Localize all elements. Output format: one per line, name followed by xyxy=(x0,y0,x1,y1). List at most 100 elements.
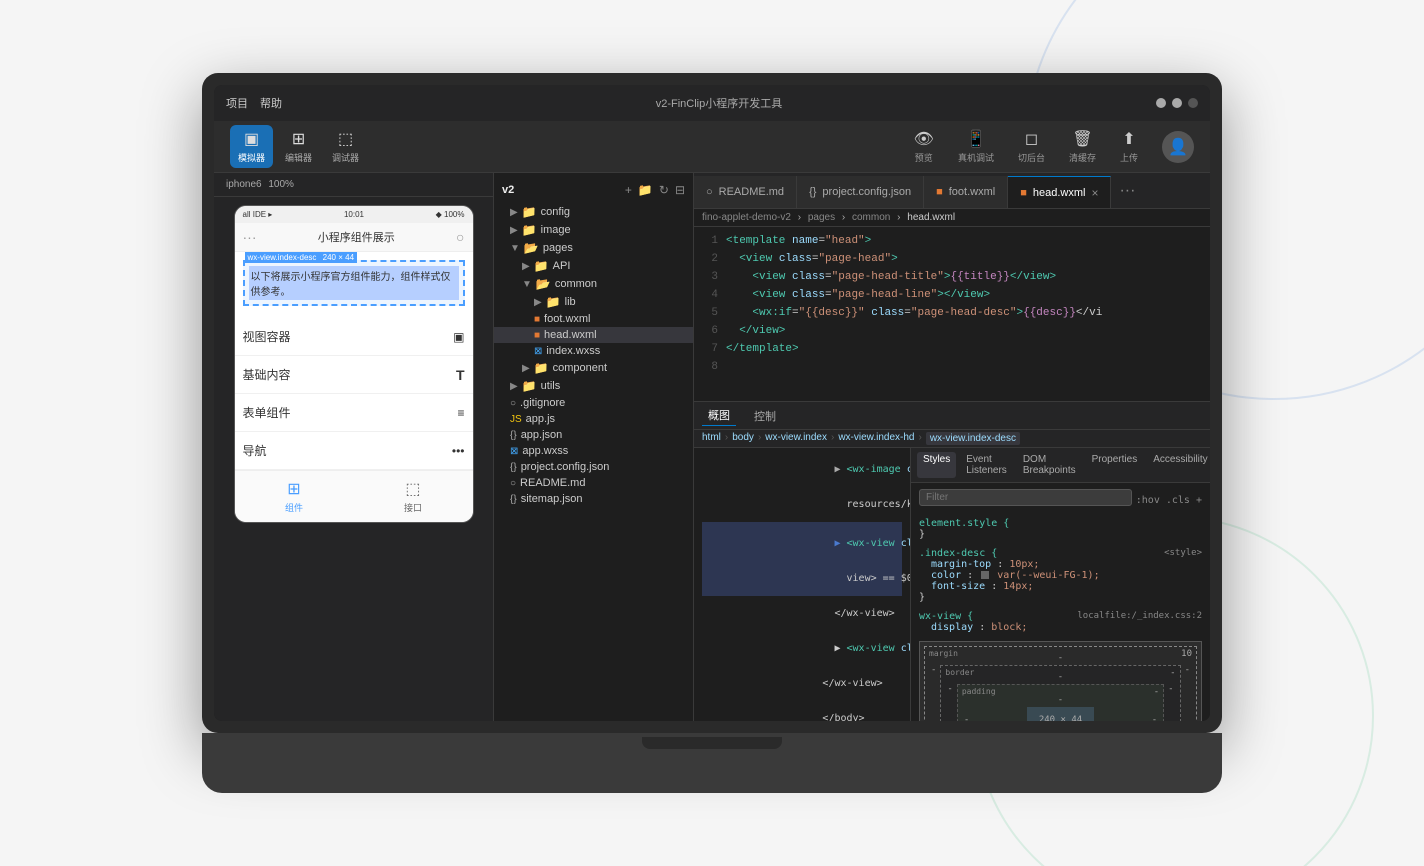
refresh-btn[interactable]: ↻ xyxy=(659,183,669,197)
tree-item-project-config[interactable]: {} project.config.json xyxy=(494,459,693,475)
new-file-btn[interactable]: + xyxy=(625,183,632,197)
list-item-2[interactable]: 表单组件 ≡ xyxy=(235,394,473,432)
status-right: ◆ 100% xyxy=(436,210,465,219)
tab-label-project-config: project.config.json xyxy=(822,186,911,198)
html-line-8: </body> xyxy=(702,701,902,721)
html-view[interactable]: ▶ <wx-image class="index-logo" src="../r… xyxy=(694,448,910,721)
json-icon: {} xyxy=(510,494,517,505)
border-label: border xyxy=(945,668,974,677)
nav-api[interactable]: ⬚ 接口 xyxy=(404,479,422,514)
tree-item-utils[interactable]: ▶ 📁 utils xyxy=(494,377,693,395)
line-num-7: 7 xyxy=(694,343,726,361)
line-content-6: </view> xyxy=(726,325,1202,343)
file-tree: v2 + 📁 ↻ ⊟ ▶ 📁 config ▶ xyxy=(494,173,694,721)
tree-item-app-js[interactable]: JS app.js xyxy=(494,411,693,427)
tree-item-app-json[interactable]: {} app.json xyxy=(494,427,693,443)
js-icon: JS xyxy=(510,414,522,425)
html-line-4: view> == $0 xyxy=(702,561,902,596)
nav-components[interactable]: ⊞ 组件 xyxy=(285,479,303,514)
list-icon-1: T xyxy=(456,367,465,383)
close-btn[interactable] xyxy=(1188,98,1198,108)
clear-cache-icon: 🗑 xyxy=(1072,129,1092,149)
cut-backend-action[interactable]: ◻ 切后台 xyxy=(1018,129,1045,164)
menu-project[interactable]: 项目 xyxy=(226,95,248,111)
clear-cache-action[interactable]: 🗑 清缓存 xyxy=(1069,129,1096,164)
tree-item-app-wxss[interactable]: ⊠ app.wxss xyxy=(494,443,693,459)
panel-tab-overview[interactable]: 概图 xyxy=(702,405,736,426)
new-folder-btn[interactable]: 📁 xyxy=(638,183,653,197)
source-wx-view: localfile:/_index.css:2 xyxy=(1077,611,1202,621)
editor-btn[interactable]: ⊞ 编辑器 xyxy=(277,125,320,168)
html-line-2: resources/kind/logo.png">_</wx-image> xyxy=(702,487,902,522)
ide-main: iphone6 100% all IDE ▸ 10:01 ◆ 100% ··· xyxy=(214,173,1210,721)
folder-icon: 📁 xyxy=(522,379,537,393)
more-tabs-btn[interactable]: ··· xyxy=(1111,182,1143,200)
tree-item-sitemap[interactable]: {} sitemap.json xyxy=(494,491,693,507)
simulator-btn[interactable]: ▣ 模拟器 xyxy=(230,125,273,168)
code-editor[interactable]: 1 <template name="head"> 2 <view class="… xyxy=(694,227,1210,401)
tree-item-pages[interactable]: ▼ 📂 pages xyxy=(494,239,693,257)
tree-label-sitemap: sitemap.json xyxy=(521,493,583,505)
tab-head-wxml[interactable]: ■ head.wxml × xyxy=(1008,176,1111,208)
styles-tab-properties[interactable]: Properties xyxy=(1086,452,1144,478)
tab-foot-wxml[interactable]: ■ foot.wxml xyxy=(924,176,1008,208)
tree-item-lib[interactable]: ▶ 📁 lib xyxy=(494,293,693,311)
styles-filter-input[interactable] xyxy=(919,489,1132,506)
styles-tab-event-listeners[interactable]: Event Listeners xyxy=(960,452,1013,478)
dom-crumb-wx-view-index[interactable]: wx-view.index xyxy=(765,432,827,445)
collapse-btn[interactable]: ⊟ xyxy=(675,183,685,197)
styles-tab-styles[interactable]: Styles xyxy=(917,452,956,478)
list-item-1[interactable]: 基础内容 T xyxy=(235,356,473,394)
list-label-0: 视图容器 xyxy=(243,328,291,345)
panel-tab-control[interactable]: 控制 xyxy=(748,406,782,426)
tree-item-image[interactable]: ▶ 📁 image xyxy=(494,221,693,239)
code-line-7: 7 </template> xyxy=(694,343,1210,361)
user-avatar[interactable]: 👤 xyxy=(1162,131,1194,163)
styles-tab-dom-breakpoints[interactable]: DOM Breakpoints xyxy=(1017,452,1082,478)
styles-rule-wx-view: wx-view { localfile:/_index.css:2 displa… xyxy=(919,611,1202,633)
tree-item-component[interactable]: ▶ 📁 component xyxy=(494,359,693,377)
tree-item-gitignore[interactable]: ○ .gitignore xyxy=(494,395,693,411)
margin-label: margin xyxy=(929,649,958,658)
tree-item-foot-wxml[interactable]: ■ foot.wxml xyxy=(494,311,693,327)
upload-action[interactable]: ⬆ 上传 xyxy=(1120,129,1138,164)
dom-crumb-html[interactable]: html xyxy=(702,432,721,445)
tab-project-config[interactable]: {} project.config.json xyxy=(797,176,924,208)
tree-label-app-json: app.json xyxy=(521,429,563,441)
menu-help[interactable]: 帮助 xyxy=(260,95,282,111)
code-line-8: 8 xyxy=(694,361,1210,379)
editor-label: 编辑器 xyxy=(285,151,312,164)
dom-crumb-wx-view-hd[interactable]: wx-view.index-hd xyxy=(838,432,914,445)
tree-item-readme[interactable]: ○ README.md xyxy=(494,475,693,491)
padding-right-val: - xyxy=(1152,715,1157,721)
tree-item-common[interactable]: ▼ 📂 common xyxy=(494,275,693,293)
code-line-6: 6 </view> xyxy=(694,325,1210,343)
toolbar: ▣ 模拟器 ⊞ 编辑器 ⬚ 调试器 👁 预览 xyxy=(214,121,1210,173)
line-content-8 xyxy=(726,361,1202,379)
preview-action[interactable]: 👁 预览 xyxy=(914,129,934,164)
styles-tab-accessibility[interactable]: Accessibility xyxy=(1147,452,1210,478)
tree-item-head-wxml[interactable]: ■ head.wxml xyxy=(494,327,693,343)
prop-color: color xyxy=(919,570,961,581)
tab-readme[interactable]: ○ README.md xyxy=(694,176,797,208)
list-item-3[interactable]: 导航 ••• xyxy=(235,432,473,470)
chevron-icon: ▶ xyxy=(510,207,518,218)
html-line-6: ▶ <wx-view class="index-bd">_</wx-view> xyxy=(702,631,902,666)
window-controls[interactable] xyxy=(1156,98,1198,108)
real-machine-action[interactable]: 📱 真机调试 xyxy=(958,129,994,164)
tab-close-btn[interactable]: × xyxy=(1091,186,1098,200)
debug-btn[interactable]: ⬚ 调试器 xyxy=(324,125,367,168)
tree-item-config[interactable]: ▶ 📁 config xyxy=(494,203,693,221)
tree-label-utils: utils xyxy=(541,380,561,392)
list-item-0[interactable]: 视图容器 ▣ xyxy=(235,318,473,356)
minimize-btn[interactable] xyxy=(1156,98,1166,108)
padding-label: padding xyxy=(962,687,996,696)
dom-crumb-wx-view-desc[interactable]: wx-view.index-desc xyxy=(926,432,1020,445)
maximize-btn[interactable] xyxy=(1172,98,1182,108)
editor-content: 1 <template name="head"> 2 <view class="… xyxy=(694,227,1210,721)
dom-crumb-body[interactable]: body xyxy=(732,432,754,445)
tree-item-api[interactable]: ▶ 📁 API xyxy=(494,257,693,275)
chevron-icon: ▶ xyxy=(510,225,518,236)
menu-bar[interactable]: 项目 帮助 xyxy=(226,95,282,111)
tree-item-index-wxss[interactable]: ⊠ index.wxss xyxy=(494,343,693,359)
